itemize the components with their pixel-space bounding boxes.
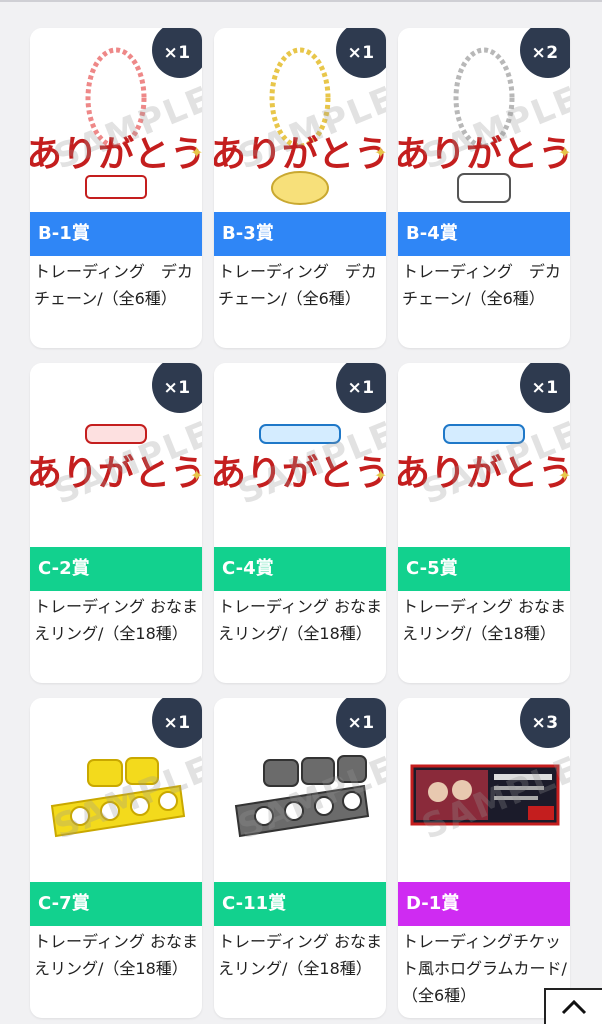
prize-tier-label: D-1賞 [398,882,570,926]
prize-tier-label: C-11賞 [214,882,386,926]
prize-tier-label: C-2賞 [30,547,202,591]
svg-text:✦: ✦ [190,466,202,485]
prize-tier-label: B-1賞 [30,212,202,256]
prize-tier-label: B-3賞 [214,212,386,256]
prize-grid: ありがとう ✦ SAMPLE ×1 B-1賞 トレーディング デカチェーン/（全… [0,0,602,1024]
prize-description: トレーディング おなまえリング/（全18種） [218,597,382,643]
prize-card[interactable]: ありがとう ✦ SAMPLE ×1 B-3賞 トレーディング デカチェーン/（全… [214,28,386,348]
svg-text:✦: ✦ [374,143,386,162]
prize-card[interactable]: ありがとう ✦ SAMPLE ×1 C-4賞 トレーディング おなまえリング/（… [214,363,386,683]
prize-tier-label: C-5賞 [398,547,570,591]
svg-text:✦: ✦ [558,143,570,162]
chevron-up-icon [561,999,587,1015]
prize-tier-label: B-4賞 [398,212,570,256]
scroll-to-top-button[interactable] [544,988,602,1024]
prize-card[interactable]: SAMPLE ×1 C-11賞 トレーディング おなまえリング/（全18種） [214,698,386,1018]
prize-tier-label: C-7賞 [30,882,202,926]
prize-description: トレーディング おなまえリング/（全18種） [34,597,198,643]
prize-description: トレーディング おなまえリング/（全18種） [34,932,198,978]
svg-text:✦: ✦ [374,466,386,485]
prize-tier-label: C-4賞 [214,547,386,591]
prize-card[interactable]: ありがとう ✦ SAMPLE ×1 B-1賞 トレーディング デカチェーン/（全… [30,28,202,348]
prize-description: トレーディング おなまえリング/（全18種） [218,932,382,978]
prize-description: トレーディング デカチェーン/（全6種） [402,262,561,308]
prize-card[interactable]: SAMPLE ×3 D-1賞 トレーディングチケット風ホログラムカード/（全6種… [398,698,570,1018]
svg-text:✦: ✦ [190,143,202,162]
svg-text:✦: ✦ [558,466,570,485]
prize-description: トレーディング デカチェーン/（全6種） [34,262,193,308]
prize-description: トレーディング デカチェーン/（全6種） [218,262,377,308]
prize-card[interactable]: ありがとう ✦ SAMPLE ×2 B-4賞 トレーディング デカチェーン/（全… [398,28,570,348]
prize-card[interactable]: ありがとう ✦ SAMPLE ×1 C-5賞 トレーディング おなまえリング/（… [398,363,570,683]
prize-card[interactable]: SAMPLE ×1 C-7賞 トレーディング おなまえリング/（全18種） [30,698,202,1018]
prize-description: トレーディング おなまえリング/（全18種） [402,597,566,643]
prize-card[interactable]: ありがとう ✦ SAMPLE ×1 C-2賞 トレーディング おなまえリング/（… [30,363,202,683]
